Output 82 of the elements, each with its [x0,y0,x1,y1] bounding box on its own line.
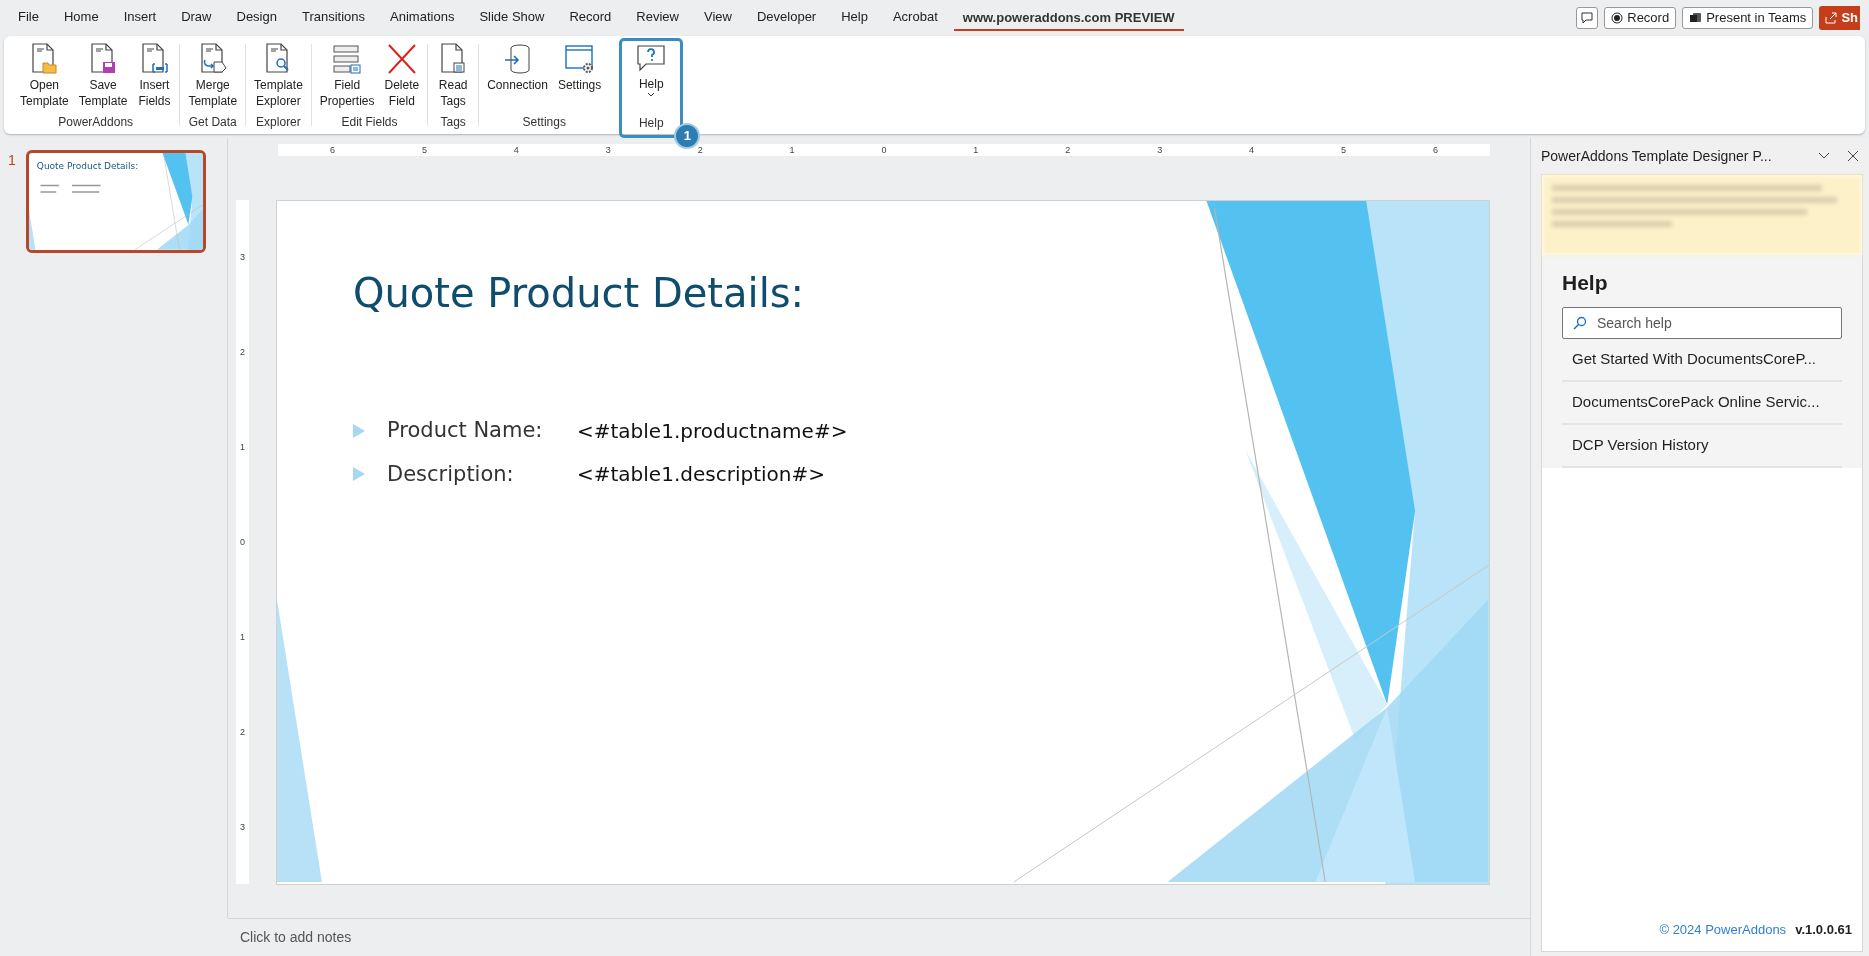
ruler-number: 3 [1157,145,1163,155]
share-icon [1825,12,1838,24]
close-icon[interactable] [1847,150,1859,162]
menu-tab[interactable]: www.poweraddons.com PREVIEW [953,5,1184,31]
ruler-number: 1 [973,145,979,155]
menu-tab[interactable]: Review [627,5,688,31]
bullet-triangle-icon [353,423,365,438]
thumbnail-title: Quote Product Details: [36,160,139,173]
ruler-number: 4 [513,145,519,155]
menu-tab[interactable]: View [695,5,741,31]
search-field[interactable]: Search help [1562,307,1842,339]
ribbon-button[interactable]: Delete Field [380,42,424,113]
menu-tab[interactable]: Help [832,5,877,31]
ribbon-button[interactable]: Save Template [74,42,132,113]
search-icon [1573,316,1587,330]
ruler-number: 3 [240,822,245,832]
ruler-number: 0 [881,145,887,155]
help-link[interactable]: DCP Version History [1562,425,1842,468]
menu-tab[interactable]: Developer [747,5,826,31]
field-label: Product Name: [387,417,544,444]
ribbon-group-label: Get Data [188,114,237,131]
ruler-number: 4 [1249,145,1255,155]
comment-icon [1581,12,1594,24]
ribbon-button[interactable]: Merge Template [184,42,242,113]
menu-tab[interactable]: Slide Show [470,5,554,31]
ribbon-button[interactable]: Read Tags [432,42,475,113]
ribbon-group-label: Edit Fields [341,114,398,131]
slide-title: Quote Product Details: [353,269,806,317]
ruler-number: 5 [421,145,427,155]
ruler-number: 1 [240,632,245,642]
ribbon-group-label: Explorer [256,114,301,131]
ribbon-button[interactable]: Field Properties [315,42,379,113]
comment-button[interactable] [1576,7,1599,29]
menu-tab[interactable]: Acrobat [883,5,947,31]
help-link[interactable]: Get Started With DocumentsCoreP... [1562,339,1842,382]
record-button[interactable]: Record [1604,7,1677,29]
task-pane-title: PowerAddons Template Designer P... [1541,146,1772,166]
bullet-triangle-icon [353,467,365,482]
menu-tab[interactable]: Transitions [292,5,375,31]
ribbon-group-label: Help [638,115,664,132]
ruler-number: 6 [1432,145,1438,155]
ruler-number: 2 [1065,145,1071,155]
merge-field-tag: <#table1.description#> [577,459,825,490]
ribbon-group-label: Settings [522,114,566,131]
ruler-number: 3 [605,145,611,155]
copyright-link[interactable]: © 2024 PowerAddons [1659,919,1787,939]
ribbon-button[interactable]: Template Explorer [250,42,307,113]
record-icon [1611,12,1624,24]
ruler-number: 6 [330,145,335,155]
ribbon-group-label: Tags [440,114,466,131]
ruler-number: 2 [240,347,245,357]
menu-tab[interactable]: Home [54,5,108,31]
share-button[interactable]: Sh [1819,6,1860,30]
ribbon-group-label: PowerAddons [58,114,134,131]
ribbon-button[interactable]: Help [630,41,673,114]
ruler-number: 1 [789,145,795,155]
menu-tab[interactable]: Record [560,5,621,31]
menu-tab[interactable]: File [9,5,48,31]
slide-number: 1 [8,151,16,170]
notes-placeholder[interactable]: Click to add notes [240,927,352,948]
menu-tab[interactable]: Animations [381,5,464,31]
caret-icon [647,92,656,98]
ribbon-button[interactable]: Settings [553,42,606,113]
ribbon-button[interactable]: Insert Fields [133,42,176,113]
merge-field-tag: <#table1.productname#> [577,415,848,446]
ruler-number: 5 [1340,145,1346,155]
ruler-number: 3 [240,252,245,262]
menu-tab[interactable]: Insert [114,5,166,31]
ruler-number: 1 [240,442,245,452]
field-label: Description: [387,460,515,488]
help-heading: Help [1562,270,1609,296]
menu-tab[interactable]: Draw [172,5,221,31]
menu-tab[interactable]: Design [227,5,286,31]
ruler-number: 2 [240,727,245,737]
present-in-teams-button[interactable]: Present in Teams [1682,7,1814,29]
version-label: v.1.0.0.61 [1795,920,1852,939]
help-link[interactable]: DocumentsCorePack Online Servic... [1562,382,1842,425]
slide-thumbnail[interactable]: Quote Product Details: [25,150,206,253]
ribbon-button[interactable]: Connection [483,42,552,113]
ribbon-button[interactable]: Open Template [16,42,73,113]
teams-icon [1689,12,1703,24]
ruler-number: 0 [240,537,245,547]
